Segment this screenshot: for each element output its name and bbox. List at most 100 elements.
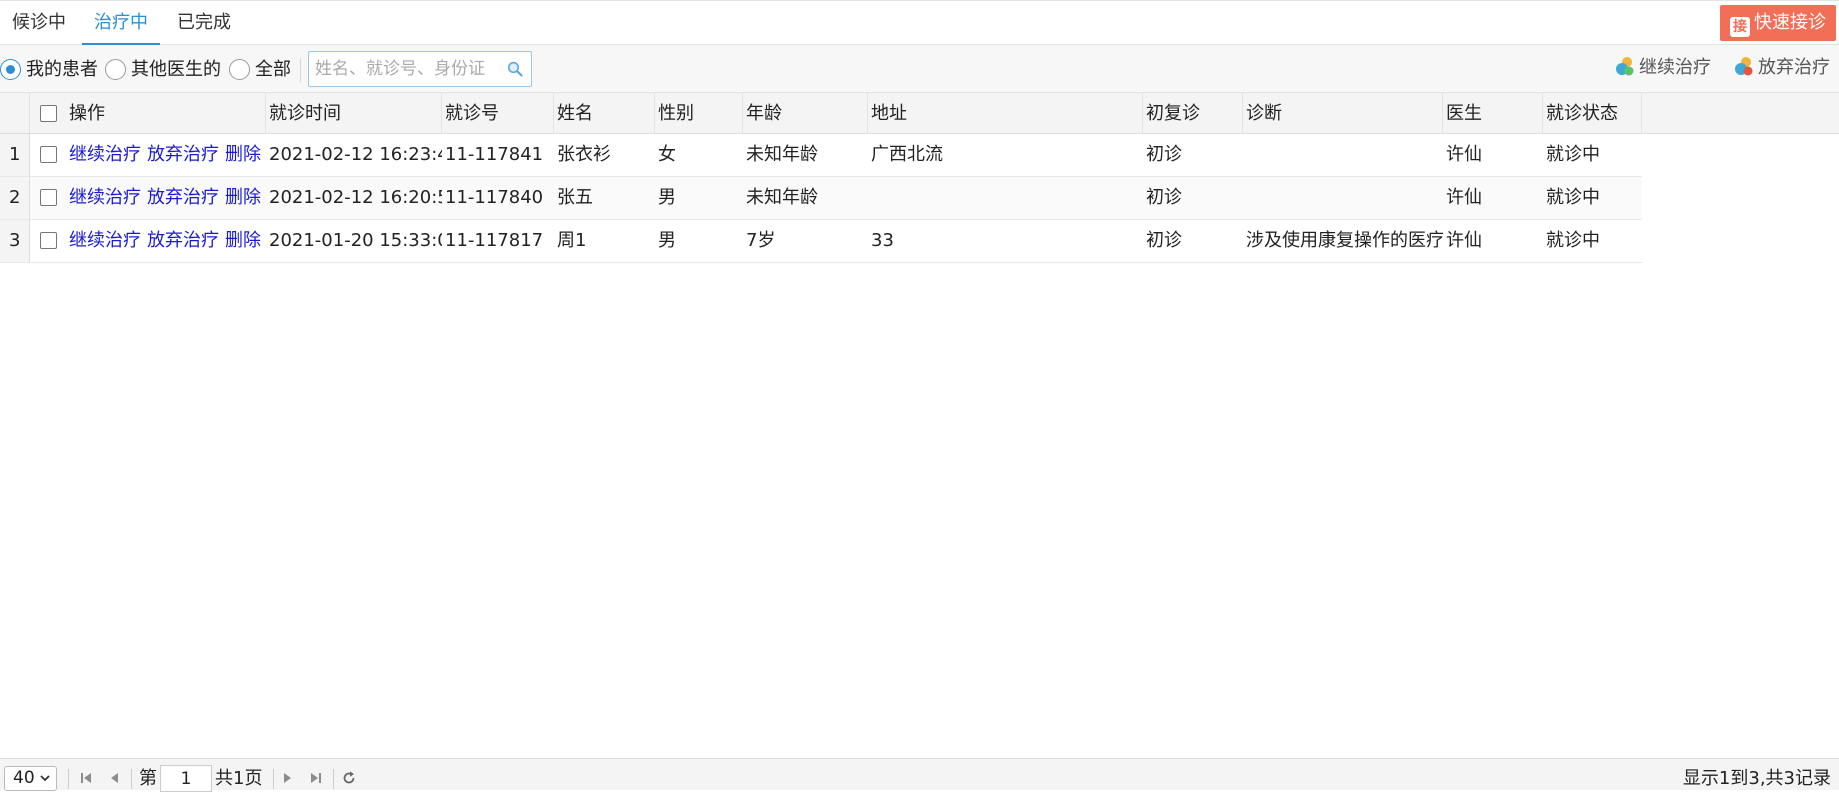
continue-treatment-label: 继续治疗 [1639,57,1711,78]
select-all-checkbox[interactable] [40,105,57,122]
cell-visit-type: 初诊 [1146,230,1182,251]
abandon-treatment-label: 放弃治疗 [1758,57,1830,78]
column-header-op: 操作 [30,93,266,133]
cell-gender: 女 [658,144,676,165]
delete-link[interactable]: 删除 [225,187,261,208]
divider [333,769,334,789]
abandon-treatment-button[interactable]: 放弃治疗 [1733,55,1830,81]
cell-visit-no: 11-117840 [445,187,544,208]
page-size-select[interactable]: 40 [4,766,57,791]
radio-my-patients[interactable]: 我的患者 [0,59,98,81]
continue-treatment-icon [1616,57,1634,76]
cell-age: 7岁 [746,230,776,251]
cell-visit-type: 初诊 [1146,187,1182,208]
continue-treatment-button[interactable]: 继续治疗 [1614,55,1711,81]
reception-icon: 接 [1730,17,1750,37]
search-icon[interactable] [507,61,523,77]
row-actions: 继续治疗 放弃治疗 删除 [30,177,266,219]
search-box [308,51,532,87]
divider [68,769,69,789]
cell-address: 33 [871,230,894,251]
cell-name: 张衣衫 [557,144,611,165]
cell-name: 张五 [557,187,593,208]
abandon-treatment-icon [1735,57,1753,76]
cell-time: 2021-02-12 16:20:57 [269,187,442,208]
table-row: 3 继续治疗 放弃治疗 删除 2021-01-20 15:33:04 11-1178… [0,220,1642,263]
first-page-icon[interactable] [79,771,93,785]
column-header-name[interactable]: 姓名 [554,93,655,133]
radio-other-doctors[interactable]: 其他医生的 [105,59,221,81]
prev-page-icon[interactable] [107,771,121,785]
cell-doctor: 许仙 [1446,230,1482,251]
last-page-icon[interactable] [309,771,323,785]
abandon-treatment-link[interactable]: 放弃治疗 [147,230,219,251]
row-checkbox[interactable] [40,232,57,249]
row-checkbox[interactable] [40,189,57,206]
column-header-doctor[interactable]: 医生 [1443,93,1543,133]
column-header-status[interactable]: 就诊状态 [1543,93,1642,133]
delete-link[interactable]: 删除 [225,230,261,251]
cell-visit-type: 初诊 [1146,144,1182,165]
abandon-treatment-link[interactable]: 放弃治疗 [147,187,219,208]
row-checkbox[interactable] [40,146,57,163]
tab-completed[interactable]: 已完成 [165,1,243,45]
cell-time: 2021-01-20 15:33:04 [269,230,442,251]
column-label-op: 操作 [69,103,105,124]
divider [131,769,132,789]
chevron-down-icon [40,775,50,782]
table-row: 1 继续治疗 放弃治疗 删除 2021-02-12 16:23:47 11-1178… [0,134,1642,177]
row-number: 3 [0,220,30,262]
column-header-address[interactable]: 地址 [868,93,1143,133]
cell-gender: 男 [658,187,676,208]
cell-gender: 男 [658,230,676,251]
divider [273,769,274,789]
row-actions: 继续治疗 放弃治疗 删除 [30,134,266,176]
cell-visit-no: 11-117841 [445,144,544,165]
column-header-age[interactable]: 年龄 [743,93,868,133]
row-number: 2 [0,177,30,219]
table-row: 2 继续治疗 放弃治疗 删除 2021-02-12 16:20:57 11-1178… [0,177,1642,220]
search-input[interactable] [313,52,503,86]
quick-reception-label: 快速接诊 [1754,12,1826,33]
radio-checked-icon [0,59,21,80]
page-size-value: 40 [13,768,35,788]
next-page-icon[interactable] [281,771,295,785]
cell-status: 就诊中 [1546,144,1600,165]
cell-address [868,177,1143,219]
continue-treatment-link[interactable]: 继续治疗 [69,187,141,208]
continue-treatment-link[interactable]: 继续治疗 [69,144,141,165]
cell-status: 就诊中 [1546,230,1600,251]
total-pages: 共1页 [215,768,263,789]
radio-unchecked-icon [229,59,250,80]
tab-in-treatment[interactable]: 治疗中 [82,1,160,45]
radio-all[interactable]: 全部 [229,59,291,81]
table-header: 操作 就诊时间 就诊号 姓名 性别 年龄 地址 初复诊 诊断 医生 就诊状态 [0,93,1839,134]
cell-age: 未知年龄 [746,144,818,165]
column-header-visit-type[interactable]: 初复诊 [1143,93,1243,133]
radio-label: 全部 [255,59,291,80]
row-actions: 继续治疗 放弃治疗 删除 [30,220,266,262]
pagination-summary: 显示1到3,共3记录 [1682,768,1831,789]
column-header-visit-no[interactable]: 就诊号 [442,93,554,133]
radio-label: 我的患者 [26,59,98,80]
quick-reception-button[interactable]: 接快速接诊 [1720,5,1836,41]
cell-address: 广西北流 [871,144,943,165]
column-header-time[interactable]: 就诊时间 [266,93,442,133]
column-header-diagnosis[interactable]: 诊断 [1243,93,1443,133]
cell-age: 未知年龄 [746,187,818,208]
abandon-treatment-link[interactable]: 放弃治疗 [147,144,219,165]
cell-visit-no: 11-117817 [445,230,544,251]
continue-treatment-link[interactable]: 继续治疗 [69,230,141,251]
cell-diagnosis: 涉及使用康复操作的医疗 [1246,230,1443,251]
pagination-bar: 40 第 共1页 显示1到3,共3记录 [0,758,1839,792]
page-prefix: 第 [139,768,157,789]
cell-diagnosis [1243,177,1443,219]
cell-status: 就诊中 [1546,187,1600,208]
tab-waiting[interactable]: 候诊中 [0,1,78,45]
rownum-header [0,93,30,133]
delete-link[interactable]: 删除 [225,144,261,165]
column-header-gender[interactable]: 性别 [655,93,743,133]
radio-label: 其他医生的 [131,59,221,80]
current-page-input[interactable] [160,765,212,792]
refresh-icon[interactable] [342,771,356,785]
